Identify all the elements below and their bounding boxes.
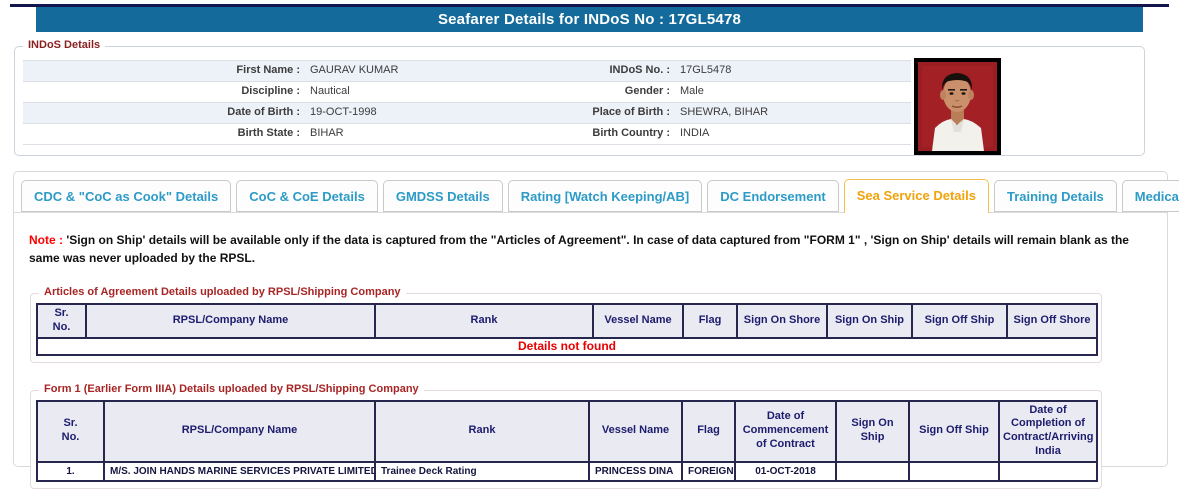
cell-flag: FOREIGN (681, 460, 736, 482)
cell-company: M/S. JOIN HANDS MARINE SERVICES PRIVATE … (103, 460, 376, 482)
cell-sr-no: 1. (36, 460, 105, 482)
detail-row-birth-state: Birth State : BIHAR Birth Country : INDI… (23, 124, 911, 145)
column-header-rank: Rank (374, 303, 594, 339)
indos-details-section: INDoS Details First Name : GAURAV KUMAR … (14, 39, 1145, 156)
seafarer-photo-image (918, 62, 997, 151)
sign-on-ship-note: Note : 'Sign on Ship' details will be av… (29, 231, 1152, 267)
tab-strip: CDC & "CoC as Cook" Details CoC & CoE De… (14, 172, 1179, 213)
cell-commencement-date: 01-OCT-2018 (734, 460, 837, 482)
column-header-sign-off-ship: Sign Off Ship (908, 399, 1000, 463)
form1-details-section: Form 1 (Earlier Form IIIA) Details uploa… (30, 382, 1102, 489)
form1-details-table: Sr. No. RPSL/Company Name Rank Vessel Na… (36, 399, 1098, 482)
column-header-vessel-name: Vessel Name (592, 303, 684, 339)
birth-state-value: BIHAR (310, 127, 344, 139)
cell-completion-date (998, 460, 1098, 482)
seafarer-photo (914, 58, 1001, 155)
date-of-birth-value: 19-OCT-1998 (310, 106, 377, 118)
articles-header-row: Sr. No. RPSL/Company Name Rank Vessel Na… (36, 303, 1098, 339)
tab-cdc-coc-as-cook-details[interactable]: CDC & "CoC as Cook" Details (21, 180, 232, 212)
note-text: 'Sign on Ship' details will be available… (29, 233, 1129, 265)
place-of-birth-value: SHEWRA, BIHAR (680, 106, 769, 118)
articles-of-agreement-table: Sr. No. RPSL/Company Name Rank Vessel Na… (36, 303, 1098, 356)
cell-rank: Trainee Deck Rating (374, 460, 590, 482)
column-header-sign-on-ship: Sign On Ship (835, 399, 910, 463)
column-header-flag: Flag (681, 399, 736, 463)
column-header-sr-no: Sr. No. (36, 303, 87, 339)
page-title: Seafarer Details for INDoS No : 17GL5478 (36, 7, 1143, 32)
gender-value: Male (680, 85, 704, 97)
note-prefix: Note : (29, 233, 63, 247)
tab-gmdss-details[interactable]: GMDSS Details (382, 180, 503, 212)
form1-details-legend: Form 1 (Earlier Form IIIA) Details uploa… (39, 382, 424, 395)
birth-state-label: Birth State : (237, 127, 300, 139)
column-header-rank: Rank (374, 399, 590, 463)
form1-data-row: 1. M/S. JOIN HANDS MARINE SERVICES PRIVA… (36, 460, 1098, 482)
discipline-value: Nautical (310, 85, 350, 97)
indos-details-legend: INDoS Details (23, 39, 106, 51)
tab-medical-fitness-certificate[interactable]: Medical Fitness Certificate (1121, 180, 1179, 212)
page-header: Seafarer Details for INDoS No : 17GL5478 (10, 4, 1169, 32)
column-header-vessel-name: Vessel Name (588, 399, 683, 463)
column-header-company: RPSL/Company Name (85, 303, 376, 339)
detail-row-discipline: Discipline : Nautical Gender : Male (23, 82, 911, 103)
birth-country-value: INDIA (680, 127, 710, 139)
details-not-found-message: Details not found (36, 336, 1098, 356)
column-header-sign-off-ship: Sign Off Ship (911, 303, 1008, 339)
detail-row-first-name: First Name : GAURAV KUMAR INDoS No. : 17… (23, 60, 911, 82)
tab-rating-watch-keeping-ab[interactable]: Rating [Watch Keeping/AB] (507, 180, 703, 212)
articles-of-agreement-section: Articles of Agreement Details uploaded b… (30, 286, 1102, 363)
column-header-sr-no: Sr. No. (36, 399, 105, 463)
tab-content-panel: CDC & "CoC as Cook" Details CoC & CoE De… (13, 171, 1179, 489)
first-name-value: GAURAV KUMAR (310, 64, 399, 76)
form1-header-row: Sr. No. RPSL/Company Name Rank Vessel Na… (36, 399, 1098, 463)
place-of-birth-label: Place of Birth : (592, 106, 670, 118)
tab-training-details[interactable]: Training Details (993, 180, 1117, 212)
column-header-date-of-completion: Date of Completion of Contract/Arriving … (998, 399, 1098, 463)
column-header-flag: Flag (682, 303, 738, 339)
tab-sea-service-details[interactable]: Sea Service Details (843, 179, 989, 213)
tab-coc-coe-details[interactable]: CoC & CoE Details (236, 180, 378, 212)
birth-country-label: Birth Country : (592, 127, 670, 139)
articles-of-agreement-legend: Articles of Agreement Details uploaded b… (39, 286, 406, 298)
first-name-label: First Name : (236, 64, 300, 76)
indos-details-grid: First Name : GAURAV KUMAR INDoS No. : 17… (23, 60, 911, 145)
date-of-birth-label: Date of Birth : (227, 106, 300, 118)
seafarer-details-page: { "header": { "title": "Seafarer Details… (0, 4, 1179, 489)
cell-vessel-name: PRINCESS DINA (588, 460, 683, 482)
indos-no-label: INDoS No. : (609, 64, 671, 76)
column-header-date-of-commencement: Date of Commencement of Contract (734, 399, 837, 463)
cell-sign-off-ship (908, 460, 1000, 482)
detail-row-date-of-birth: Date of Birth : 19-OCT-1998 Place of Bir… (23, 103, 911, 124)
column-header-sign-on-ship: Sign On Ship (826, 303, 913, 339)
column-header-company: RPSL/Company Name (103, 399, 376, 463)
gender-label: Gender : (624, 85, 670, 97)
tab-dc-endorsement[interactable]: DC Endorsement (707, 180, 839, 212)
indos-no-value: 17GL5478 (680, 64, 732, 76)
column-header-sign-on-shore: Sign On Shore (736, 303, 828, 339)
column-header-sign-off-shore: Sign Off Shore (1006, 303, 1098, 339)
cell-sign-on-ship (835, 460, 910, 482)
discipline-label: Discipline : (241, 85, 300, 97)
details-not-found-row: Details not found (36, 336, 1098, 356)
